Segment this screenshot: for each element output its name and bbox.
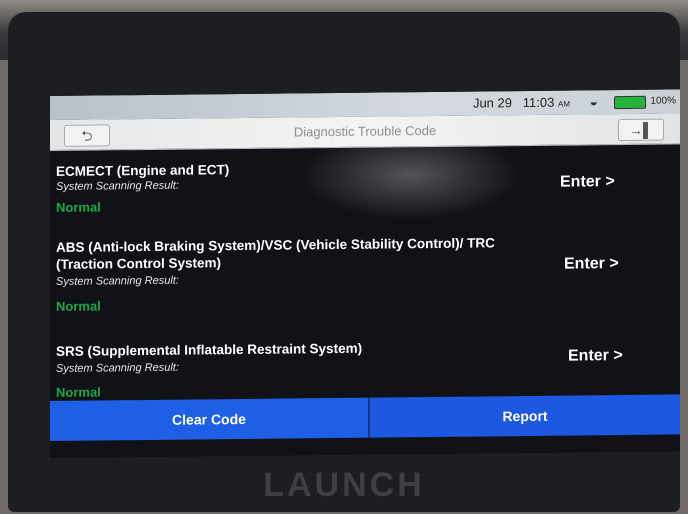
status-time-value: 11:03 bbox=[522, 94, 555, 111]
battery-icon bbox=[614, 95, 646, 110]
report-button[interactable]: Report bbox=[370, 394, 680, 438]
list-item: SRS (Supplemental Inflatable Restraint S… bbox=[50, 330, 680, 403]
list-item: ABS (Anti-lock Braking System)/VSC (Vehi… bbox=[50, 224, 680, 323]
status-time: 11:03 AM bbox=[523, 95, 570, 110]
scan-result-status: Normal bbox=[56, 298, 101, 314]
list-item: ECMECT (Engine and ECT) System Scanning … bbox=[50, 148, 680, 221]
enter-button[interactable]: Enter > bbox=[560, 173, 615, 192]
title-bar: ⮌ Diagnostic Trouble Code →▌ bbox=[50, 113, 680, 151]
status-date: Jun 29 bbox=[472, 95, 512, 111]
device-brand-logo: LAUNCH bbox=[263, 466, 425, 504]
system-name: ECMECT (Engine and ECT) bbox=[56, 162, 230, 179]
wifi-icon: ◒ bbox=[589, 93, 598, 110]
action-bar: Clear Code Report bbox=[50, 394, 680, 455]
scan-result-status: Normal bbox=[56, 199, 101, 215]
scan-result-status: Normal bbox=[56, 384, 101, 400]
exit-icon: →▌ bbox=[629, 121, 653, 138]
scan-result-label: System Scanning Result: bbox=[56, 179, 179, 193]
battery-percent: 100% bbox=[650, 95, 676, 107]
page-title: Diagnostic Trouble Code bbox=[293, 122, 437, 140]
enter-button[interactable]: Enter > bbox=[564, 255, 619, 274]
scan-result-label: System Scanning Result: bbox=[56, 361, 179, 375]
enter-button[interactable]: Enter > bbox=[568, 347, 623, 366]
scan-result-label: System Scanning Result: bbox=[56, 274, 179, 288]
exit-button[interactable]: →▌ bbox=[618, 118, 664, 142]
clear-code-button[interactable]: Clear Code bbox=[50, 397, 368, 441]
screen: Jun 29 11:03 AM ◒ 100% ⮌ Diagnostic Trou… bbox=[50, 89, 680, 459]
system-name: SRS (Supplemental Inflatable Restraint S… bbox=[56, 340, 363, 359]
system-name: ABS (Anti-lock Braking System)/VSC (Vehi… bbox=[56, 235, 495, 272]
status-ampm: AM bbox=[558, 99, 570, 109]
